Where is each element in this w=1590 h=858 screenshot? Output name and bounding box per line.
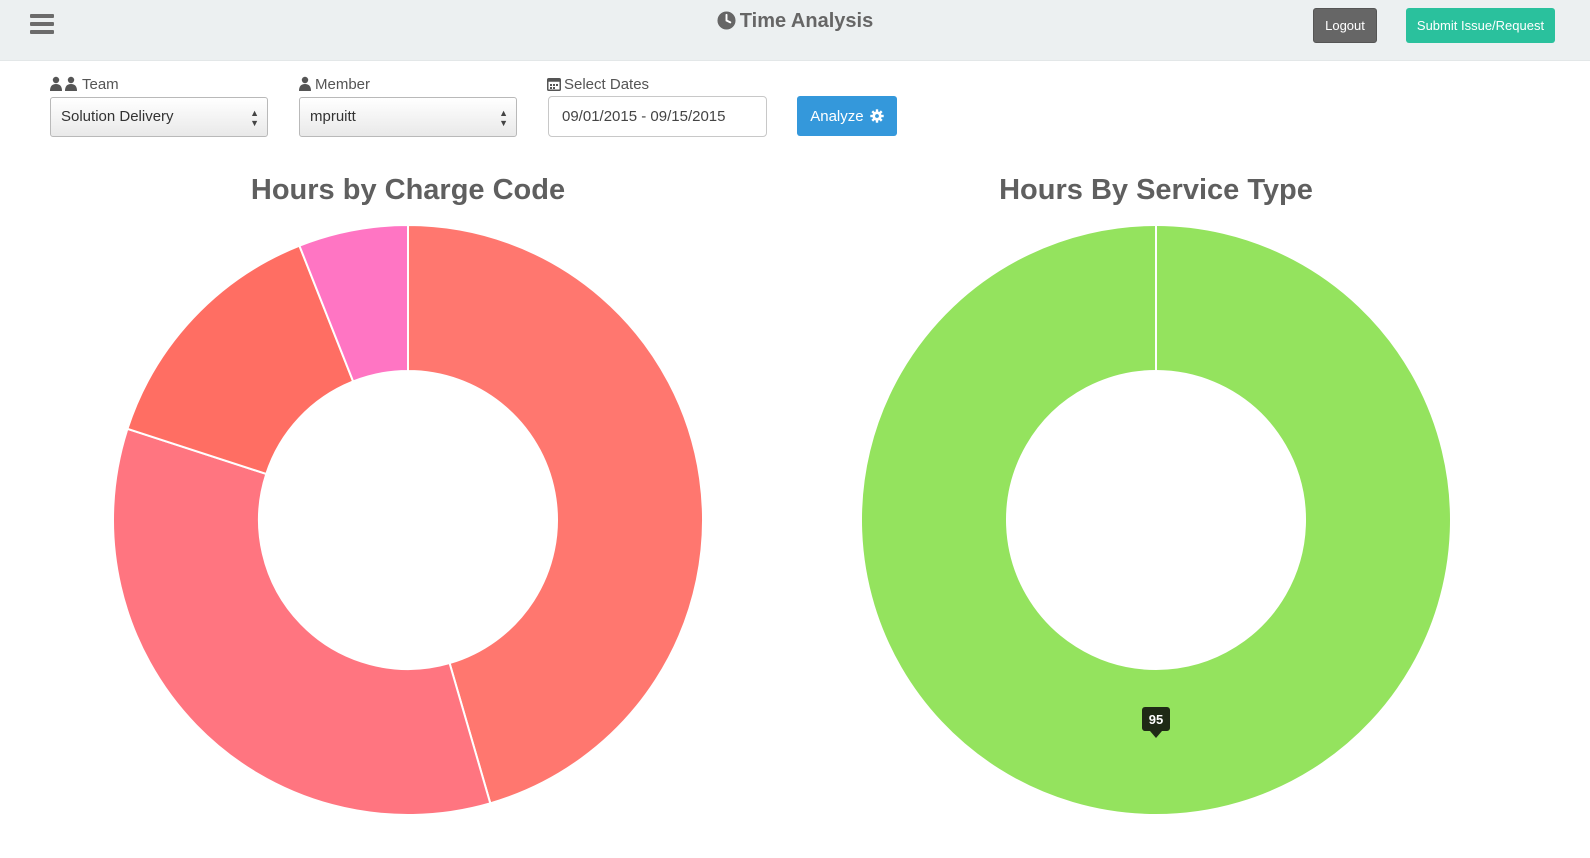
donut-chart-service-type: 95 xyxy=(860,224,1452,816)
charts-canvas: 95 xyxy=(112,223,1452,816)
data-label: 95 xyxy=(1149,712,1163,727)
donut-slice[interactable] xyxy=(112,427,492,816)
donut-chart-charge-code xyxy=(112,223,704,816)
